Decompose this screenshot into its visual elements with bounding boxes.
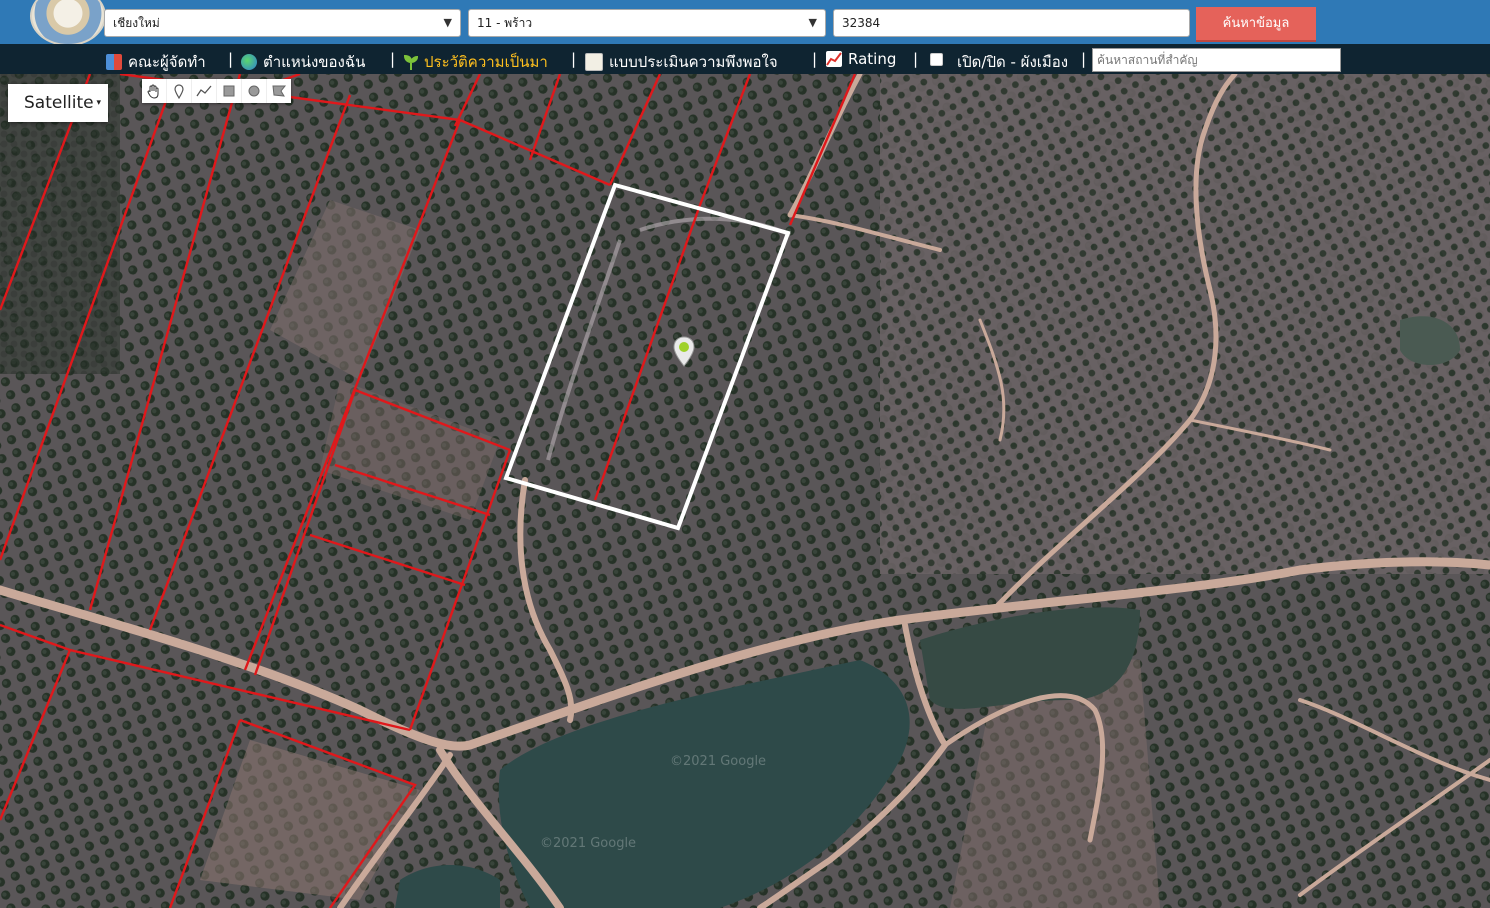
menu-item-label: คณะผู้จัดทำ <box>128 53 206 71</box>
sprout-icon <box>403 54 419 70</box>
chevron-down-icon: ▼ <box>443 16 452 29</box>
search-button[interactable]: ค้นหาข้อมูล <box>1196 7 1316 42</box>
circle-icon[interactable] <box>242 79 267 103</box>
menu-item-label: Rating <box>848 50 897 68</box>
separator: | <box>812 50 818 68</box>
chevron-down-icon: ▼ <box>808 16 817 29</box>
map-watermark: ©2021 Google <box>540 836 637 851</box>
province-select[interactable]: เชียงใหม่ ▼ <box>104 9 461 37</box>
top-header: เชียงใหม่ ▼ 11 - พร้าว ▼ 32384 ค้นหาข้อม… <box>0 0 1490 46</box>
map-layer-dropdown[interactable]: Satellite ▾ <box>8 84 108 122</box>
orchard-terrain-east <box>880 74 1490 574</box>
menu-item-label: ประวัติความเป็นมา <box>424 53 548 71</box>
parcel-number-input[interactable]: 32384 <box>833 9 1190 37</box>
globe-icon <box>241 54 257 70</box>
memo-icon <box>585 53 603 71</box>
district-select[interactable]: 11 - พร้าว ▼ <box>468 9 826 37</box>
menu-item-label: เปิด/ปิด - ผังเมือง <box>957 53 1069 71</box>
district-select-value: 11 - พร้าว <box>477 16 533 30</box>
drawing-toolbar <box>142 79 291 103</box>
menu-item-survey[interactable]: แบบประเมินความพึงพอใจ <box>585 50 778 74</box>
menu-item-my-location[interactable]: ตำแหน่งของฉัน <box>241 50 365 74</box>
separator: | <box>913 50 919 68</box>
menu-item-city-plan-toggle[interactable]: เปิด/ปิด - ผังเมือง <box>957 50 1068 74</box>
marker-icon[interactable] <box>167 79 192 103</box>
menu-item-team[interactable]: คณะผู้จัดทำ <box>106 50 206 74</box>
logo <box>30 0 106 46</box>
place-search-input[interactable]: ค้นหาสถานที่สำคัญ <box>1092 48 1341 72</box>
book-icon <box>106 54 122 70</box>
rectangle-icon[interactable] <box>217 79 242 103</box>
hand-icon[interactable] <box>142 79 167 103</box>
menu-item-label: แบบประเมินความพึงพอใจ <box>609 53 778 71</box>
satellite-map[interactable]: ©2021 Google ©2021 Google <box>0 74 1490 908</box>
caret-down-icon: ▾ <box>93 98 102 108</box>
map-watermark: ©2021 Google <box>670 754 767 769</box>
map-canvas[interactable] <box>0 74 1490 908</box>
separator: | <box>228 50 234 68</box>
polyline-icon[interactable] <box>192 79 217 103</box>
separator: | <box>571 50 577 68</box>
map-layer-label: Satellite <box>24 93 94 113</box>
menu-item-rating[interactable]: Rating <box>826 50 896 68</box>
menu-item-label: ตำแหน่งของฉัน <box>263 53 366 71</box>
parcel-number-value: 32384 <box>842 16 881 30</box>
city-plan-checkbox[interactable] <box>930 53 943 66</box>
province-select-value: เชียงใหม่ <box>113 16 160 30</box>
place-search-placeholder: ค้นหาสถานที่สำคัญ <box>1097 53 1198 67</box>
chart-icon <box>826 51 842 67</box>
polygon-icon[interactable] <box>267 79 291 103</box>
separator: | <box>1081 50 1087 68</box>
separator: | <box>390 50 396 68</box>
menu-item-history[interactable]: ประวัติความเป็นมา <box>403 50 548 74</box>
